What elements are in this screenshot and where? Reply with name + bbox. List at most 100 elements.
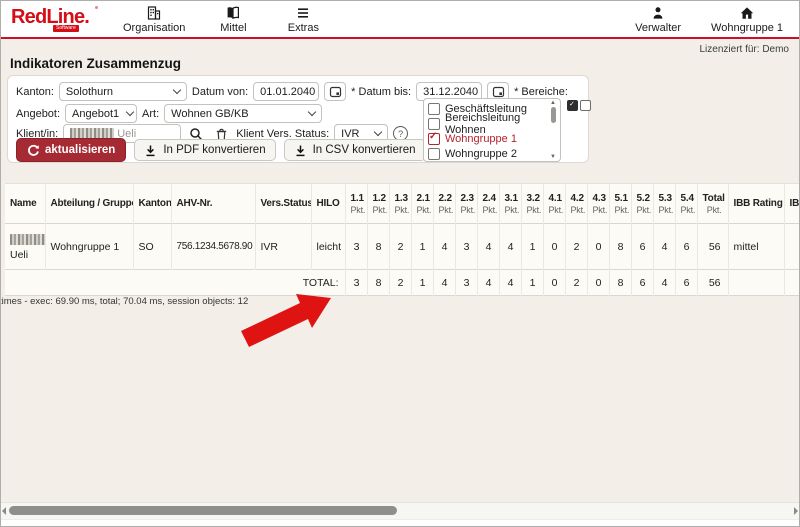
point-number: 2.1	[417, 193, 427, 204]
point-number: 1.2	[373, 193, 383, 204]
scrollbar-thumb[interactable]	[551, 107, 556, 123]
bereich-option[interactable]	[428, 161, 546, 162]
checkbox[interactable]	[428, 103, 440, 115]
point-cell: 3	[345, 224, 367, 270]
angebot-label: Angebot:	[16, 108, 60, 120]
menu-item-mittel[interactable]: Mittel	[211, 5, 255, 34]
annotation-arrow	[231, 290, 337, 352]
listbox-scrollbar[interactable]: ▲ ▼	[547, 100, 559, 160]
point-cell: 56	[697, 224, 728, 270]
art-select[interactable]: Wohnen GB/KB	[164, 104, 322, 123]
download-icon	[144, 144, 157, 157]
point-unit: Pkt.	[395, 205, 405, 215]
total-point-cell: 4	[499, 270, 521, 296]
point-number: 1.3	[395, 193, 405, 204]
checkbox[interactable]	[428, 148, 440, 160]
logo-subtitle: Software	[53, 25, 79, 32]
scroll-down-icon[interactable]: ▼	[550, 154, 556, 160]
column-header: Name	[5, 184, 45, 224]
total-row: TOTAL:382143441020864656	[5, 270, 800, 296]
point-number: 4.1	[549, 193, 559, 204]
column-header: Vers.Status	[255, 184, 311, 224]
point-cell: 4	[477, 224, 499, 270]
point-cell: 0	[587, 224, 609, 270]
datum-bis-label: * Datum bis:	[351, 86, 411, 98]
point-unit: Pkt.	[615, 205, 625, 215]
ibb-rating-cell	[728, 270, 784, 296]
registered-mark-icon	[95, 6, 98, 9]
chevron-down-icon	[374, 128, 382, 136]
point-cell: 8	[609, 224, 631, 270]
datum-von-calendar-button[interactable]	[324, 82, 346, 101]
total-point-cell: 2	[389, 270, 411, 296]
chevron-down-icon	[126, 108, 134, 116]
point-unit: Pkt.	[351, 205, 361, 215]
total-point-cell: 0	[543, 270, 565, 296]
calendar-icon	[492, 85, 505, 98]
datum-von-input[interactable]: 01.01.2040	[253, 82, 319, 101]
angebot-value: Angebot1	[72, 108, 119, 120]
total-point-cell: 3	[455, 270, 477, 296]
menu-label: Verwalter	[635, 22, 681, 34]
point-number: 2.4	[483, 193, 493, 204]
scrollbar-thumb[interactable]	[9, 506, 397, 515]
csv-export-button[interactable]: In CSV konvertieren	[284, 139, 426, 161]
point-cell: 4	[499, 224, 521, 270]
filter-panel: Kanton: Solothurn Datum von: 01.01.2040 …	[7, 75, 589, 163]
checkbox[interactable]	[428, 118, 440, 130]
ahv-cell: 756.1234.5678.90	[171, 224, 255, 270]
point-column-header: 3.1Pkt.	[499, 184, 521, 224]
datum-von-label: Datum von:	[192, 86, 248, 98]
total-point-cell: 0	[587, 270, 609, 296]
scroll-right-icon[interactable]	[794, 507, 798, 515]
filter-row-2: Angebot: Angebot1 Art: Wohnen GB/KB	[16, 104, 322, 123]
calendar-icon	[329, 85, 342, 98]
point-cell: 0	[543, 224, 565, 270]
point-number: 5.1	[615, 193, 625, 204]
total-point-cell: 3	[345, 270, 367, 296]
select-all-checkbox[interactable]	[567, 100, 578, 111]
menu-item-organisation[interactable]: Organisation	[123, 5, 185, 34]
aktualisieren-button[interactable]: aktualisieren	[16, 138, 126, 162]
point-number: 2.2	[439, 193, 449, 204]
menu-item-wohngruppe[interactable]: Wohngruppe 1	[711, 5, 783, 34]
kanton-select[interactable]: Solothurn	[59, 82, 187, 101]
column-header: Kanton	[133, 184, 171, 224]
point-column-header: 2.3Pkt.	[455, 184, 477, 224]
horizontal-scrollbar[interactable]	[1, 502, 799, 520]
total-point-cell: 8	[367, 270, 389, 296]
pdf-export-button[interactable]: In PDF konvertieren	[134, 139, 275, 161]
point-column-header: 4.2Pkt.	[565, 184, 587, 224]
point-column-header: 5.1Pkt.	[609, 184, 631, 224]
menu-label: Mittel	[220, 22, 246, 34]
point-cell: 2	[565, 224, 587, 270]
total-point-cell: 4	[477, 270, 499, 296]
point-cell: 4	[433, 224, 455, 270]
point-unit: Pkt.	[593, 205, 603, 215]
scroll-left-icon[interactable]	[2, 507, 6, 515]
point-number: 3.1	[505, 193, 515, 204]
point-column-header: TotalPkt.	[697, 184, 728, 224]
angebot-select[interactable]: Angebot1	[65, 104, 137, 123]
checkbox[interactable]	[428, 133, 440, 145]
menu-label: Organisation	[123, 22, 185, 34]
menu-item-extras[interactable]: Extras	[281, 5, 325, 34]
point-number: 5.3	[659, 193, 669, 204]
total-point-cell: 1	[521, 270, 543, 296]
point-cell: 6	[675, 224, 697, 270]
total-point-cell: 1	[411, 270, 433, 296]
bereiche-label: * Bereiche:	[514, 86, 568, 98]
redline-logo[interactable]: RedLine. Software	[11, 4, 103, 34]
menu-item-verwalter[interactable]: Verwalter	[635, 5, 681, 34]
total-point-cell: 6	[631, 270, 653, 296]
bereich-option[interactable]: Bereichsleitung Wohnen	[428, 116, 546, 131]
datum-von-value: 01.01.2040	[260, 86, 315, 98]
column-header: HILO	[311, 184, 345, 224]
bereich-option[interactable]: Wohngruppe 2	[428, 146, 546, 161]
point-number: 1.1	[351, 193, 361, 204]
select-none-checkbox[interactable]	[580, 100, 591, 111]
datum-bis-value: 31.12.2040	[423, 86, 478, 98]
point-cell: 3	[455, 224, 477, 270]
book-icon	[225, 5, 241, 21]
scroll-up-icon[interactable]: ▲	[550, 100, 556, 106]
